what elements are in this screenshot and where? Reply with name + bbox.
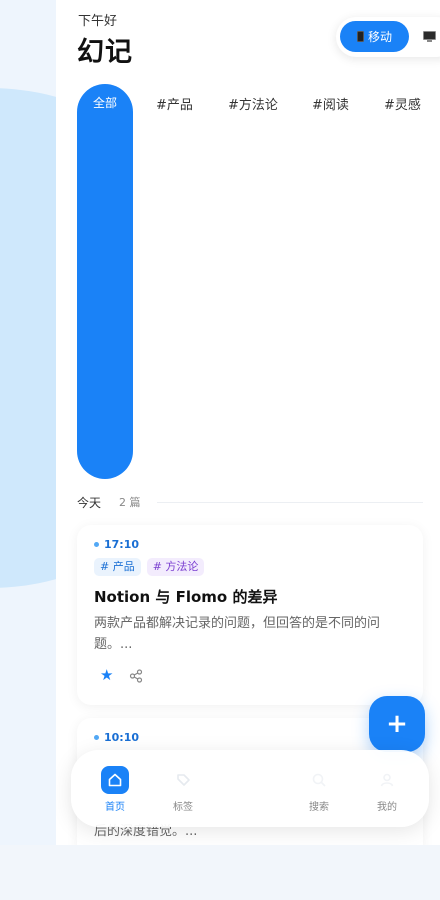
background-decoration: [0, 88, 56, 588]
section-count: 2 篇: [119, 496, 141, 509]
monitor-icon: [423, 31, 436, 40]
share-icon[interactable]: [129, 668, 143, 683]
nav-icon-bg: [101, 766, 129, 794]
tag-filter-bar: 全部 #产品 #方法论 #阅读 #灵感: [77, 84, 440, 484]
desktop-view-button[interactable]: [423, 31, 437, 43]
mobile-view-label: 移动: [367, 30, 392, 44]
nav-label: 标签: [173, 802, 193, 813]
tag-filter-methodology[interactable]: #方法论: [228, 94, 278, 113]
nav-label: 搜索: [309, 802, 329, 813]
section-divider: [156, 501, 423, 503]
time-dot: [94, 735, 99, 740]
nav-label: 首页: [105, 802, 125, 813]
user-icon: [380, 773, 394, 787]
time-dot: [94, 542, 99, 547]
note-time: 10:10: [94, 731, 139, 744]
tag-filter-reading[interactable]: #阅读: [312, 94, 349, 113]
phone-icon: [356, 31, 364, 42]
note-tags: # 产品 # 方法论: [94, 558, 205, 576]
mobile-view-button[interactable]: 移动: [340, 21, 409, 52]
plus-icon: +: [386, 709, 408, 739]
note-time-text: 10:10: [104, 731, 140, 744]
nav-label: 我的: [377, 802, 397, 813]
greeting-text: 下午好: [78, 14, 118, 29]
star-icon[interactable]: ★: [100, 668, 113, 683]
tag-icon: [177, 774, 190, 786]
home-icon: [108, 773, 122, 787]
bottom-nav: 首页 标签 搜索 我的: [71, 750, 429, 827]
nav-icon-bg: [373, 766, 401, 794]
note-actions: ★: [100, 668, 143, 683]
note-tag-product[interactable]: # 产品: [94, 558, 141, 576]
note-time-text: 17:10: [104, 538, 140, 551]
nav-icon-bg: [305, 766, 333, 794]
tag-filter-inspiration[interactable]: #灵感: [384, 94, 421, 113]
background-panel: [0, 0, 56, 845]
nav-icon-bg: [169, 766, 197, 794]
note-tag-methodology[interactable]: # 方法论: [146, 558, 205, 576]
note-time: 17:10: [94, 538, 139, 551]
section-header-today: 今天 2 篇: [77, 494, 423, 510]
search-icon: [312, 773, 326, 787]
background-footer: [0, 845, 440, 900]
note-card[interactable]: 17:10 # 产品 # 方法论 Notion 与 Flomo 的差异 两款产品…: [77, 525, 423, 705]
add-note-button[interactable]: +: [369, 696, 425, 752]
section-title: 今天: [77, 495, 102, 510]
note-title: Notion 与 Flomo 的差异: [94, 588, 278, 606]
note-body: 两款产品都解决记录的问题，但回答的是不同的问题。...: [94, 616, 381, 652]
app-screen: 下午好 幻记 移动 全部 #产品 #方法论 #阅读 #灵感 今天 2 篇 17:…: [56, 0, 440, 845]
app-title: 幻记: [77, 37, 133, 68]
tag-filter-all[interactable]: 全部: [77, 84, 133, 479]
view-switch: 移动: [336, 17, 440, 57]
tag-filter-product[interactable]: #产品: [156, 94, 193, 113]
